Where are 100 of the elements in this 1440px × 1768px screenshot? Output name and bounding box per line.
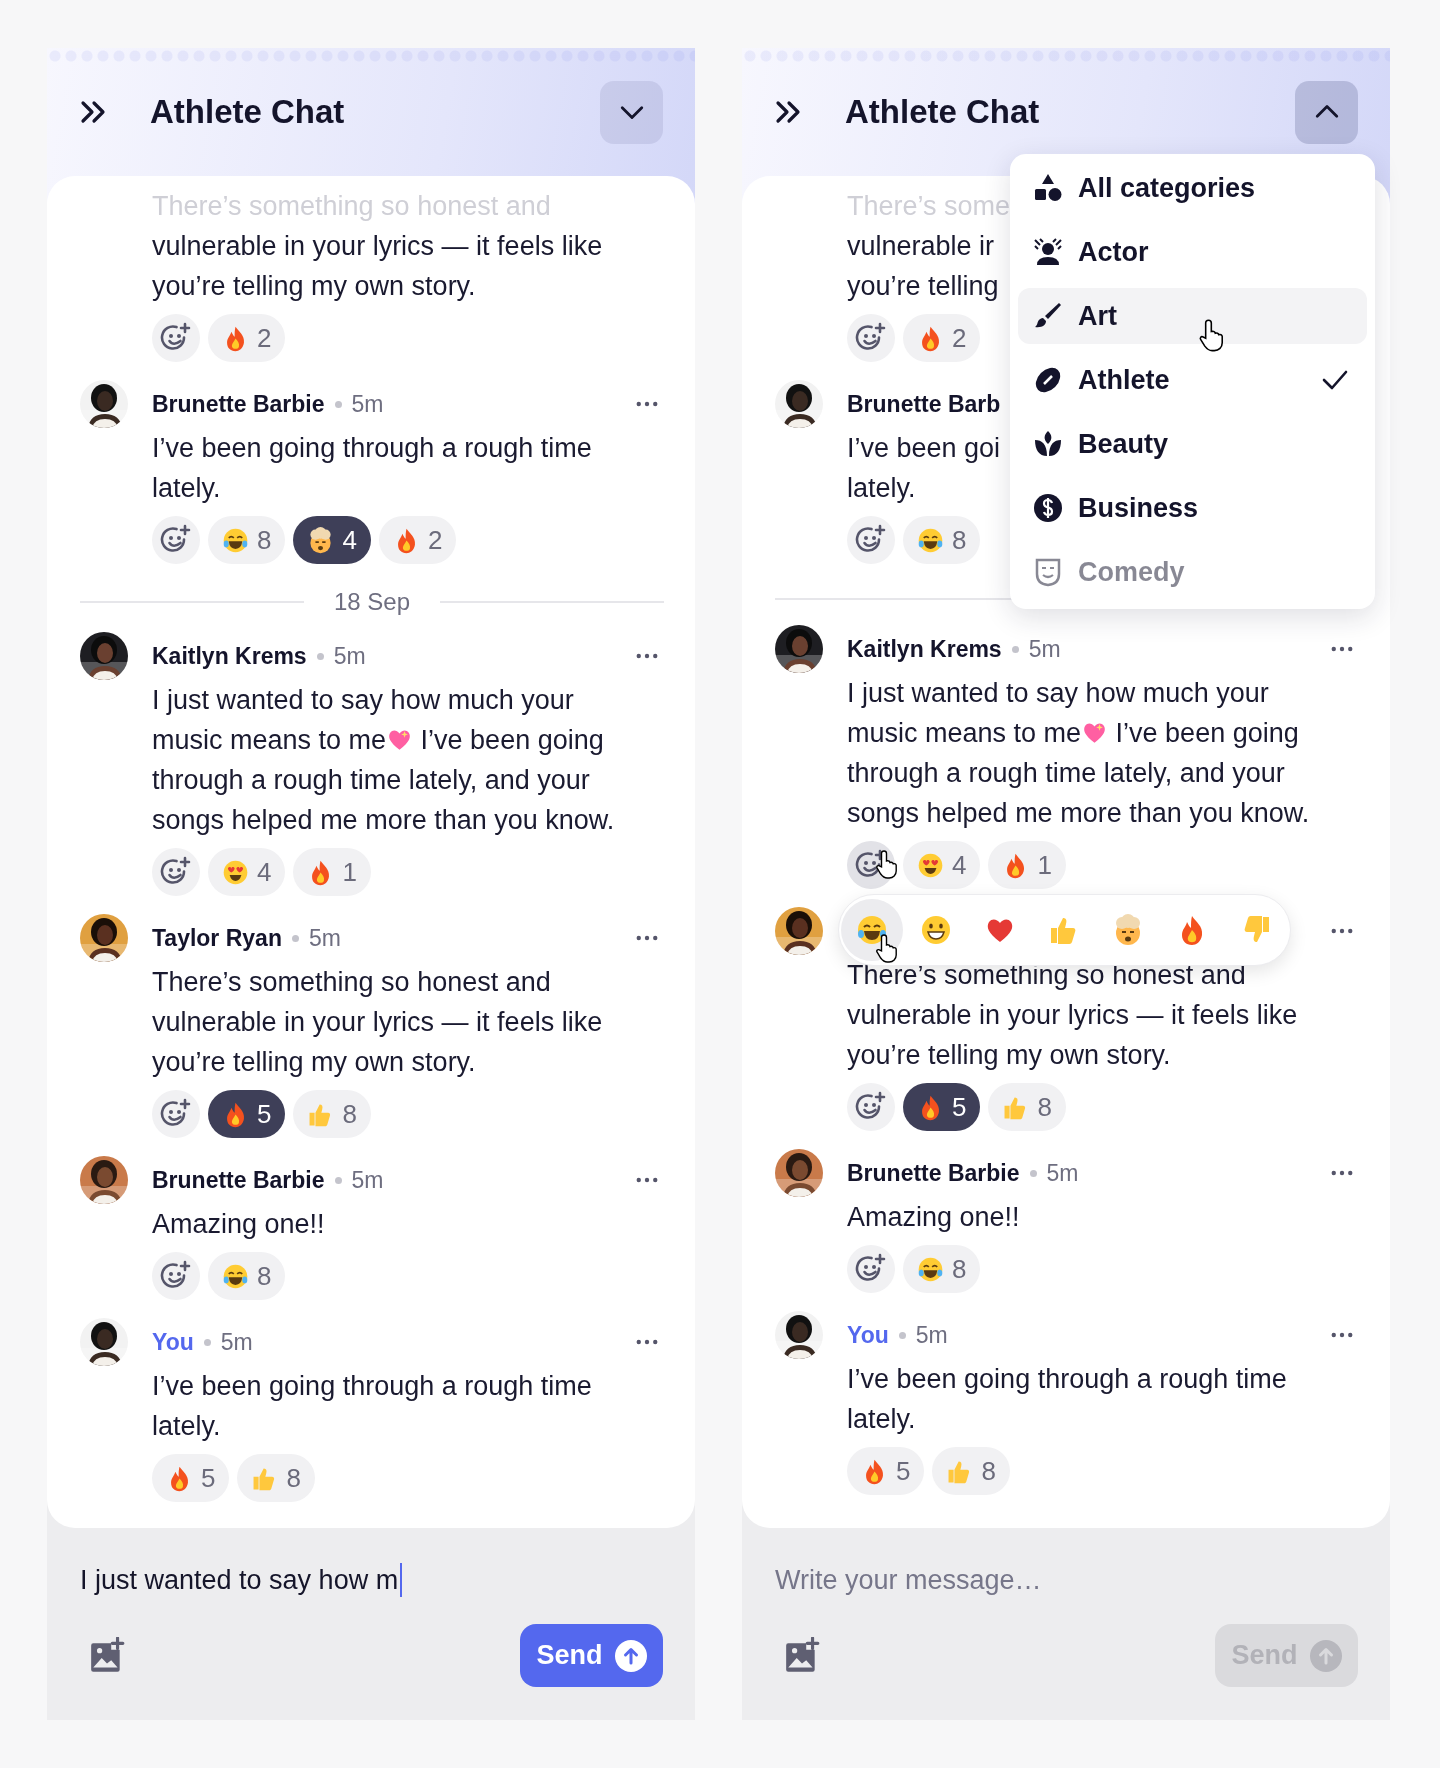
- add-image-icon[interactable]: [783, 1636, 821, 1675]
- author-name: Brunette Barbie: [152, 1166, 325, 1194]
- more-icon[interactable]: [1331, 1170, 1353, 1176]
- reaction-chip[interactable]: 8: [932, 1447, 1010, 1495]
- menu-item[interactable]: Business: [1018, 480, 1367, 536]
- message-text: Amazing one!!: [152, 1208, 325, 1241]
- author-name: Brunette Barbie: [152, 390, 325, 418]
- message-text: There’s something so honest and vulnerable in your lyrics — it feels like you’re telling my own story.: [152, 966, 603, 1079]
- shapes-icon: [1032, 172, 1064, 204]
- message-input[interactable]: Write your message…: [775, 1560, 1358, 1600]
- add-reaction-button[interactable]: [152, 314, 200, 362]
- reaction-chip[interactable]: 8: [903, 516, 981, 564]
- more-icon[interactable]: [1331, 646, 1353, 652]
- laughing-face-icon: [222, 1262, 249, 1290]
- reaction-chip[interactable]: 2: [903, 314, 981, 362]
- more-icon[interactable]: [636, 401, 658, 407]
- menu-item[interactable]: Actor: [1018, 224, 1367, 280]
- message-text: I just wanted to say how much your music means to me I’ve been going through a rough time lately, and your songs helped me more than you know.: [152, 684, 615, 837]
- more-icon[interactable]: [636, 935, 658, 941]
- add-reaction-button[interactable]: [847, 1245, 895, 1293]
- reaction-chip[interactable]: 5: [152, 1454, 230, 1502]
- laughing-face-icon: [856, 914, 888, 946]
- reaction-chip[interactable]: 5: [208, 1090, 286, 1138]
- reaction-chip[interactable]: 4: [293, 516, 371, 564]
- category-dropdown-button[interactable]: [1295, 80, 1358, 144]
- reaction-chip[interactable]: 8: [208, 516, 286, 564]
- bullet-icon: [898, 1331, 906, 1339]
- bullet-icon: [316, 652, 324, 660]
- person-spotlight-icon: [1032, 236, 1064, 268]
- author-name: Brunette Barb: [847, 390, 1001, 418]
- menu-item[interactable]: Beauty: [1018, 416, 1367, 472]
- author-name: You: [152, 1328, 194, 1356]
- menu-item[interactable]: All categories: [1018, 160, 1367, 216]
- message-text: There’s something so honest and vulnerable in your lyrics — it feels like you’re telling my own story.: [847, 959, 1298, 1072]
- author-name: You: [847, 1321, 889, 1349]
- message-text: I’ve been going through a rough time lately.: [152, 432, 592, 505]
- add-reaction-button[interactable]: [152, 848, 200, 896]
- reaction-chip[interactable]: 2: [378, 516, 457, 564]
- laughing-face-icon: [222, 526, 249, 554]
- category-dropdown-button[interactable]: [600, 80, 663, 144]
- more-icon[interactable]: [1331, 928, 1353, 934]
- laughing-face-icon: [917, 526, 944, 554]
- more-icon[interactable]: [636, 653, 658, 659]
- more-icon[interactable]: [1331, 1332, 1353, 1338]
- heart-eyes-face-icon: [917, 851, 944, 879]
- message-text: I’ve been goi lately.: [847, 432, 1001, 505]
- timestamp: 5m: [351, 390, 384, 418]
- bullet-icon: [291, 934, 299, 942]
- add-reaction-button[interactable]: [847, 314, 895, 362]
- reaction-chip[interactable]: 8: [208, 1252, 286, 1300]
- add-reaction-button[interactable]: [152, 1090, 200, 1138]
- add-reaction-button[interactable]: [847, 841, 895, 889]
- reaction-chip[interactable]: 4: [208, 848, 286, 896]
- bullet-icon: [1011, 645, 1019, 653]
- bullet-icon: [1029, 1169, 1037, 1177]
- more-icon[interactable]: [636, 1339, 658, 1345]
- reaction-chip[interactable]: 8: [237, 1454, 315, 1502]
- arrow-up-icon: [1309, 1639, 1342, 1672]
- message-text: I’ve been going through a rough time lately.: [847, 1363, 1287, 1436]
- reaction-chip[interactable]: 4: [903, 841, 981, 889]
- author-name: Kaitlyn Krems: [152, 642, 307, 670]
- add-image-icon[interactable]: [88, 1636, 126, 1675]
- reaction-chip[interactable]: 5: [903, 1083, 981, 1131]
- menu-item[interactable]: Comedy: [1018, 544, 1367, 600]
- reaction-chip[interactable]: 1: [293, 848, 371, 896]
- reaction-chip[interactable]: 8: [988, 1083, 1066, 1131]
- timestamp: 5m: [1028, 635, 1061, 663]
- grinning-face-icon: [920, 914, 952, 946]
- bullet-icon: [334, 400, 342, 408]
- text-cursor: [400, 1563, 403, 1597]
- timestamp: 5m: [308, 924, 341, 952]
- timestamp: 5m: [220, 1328, 253, 1356]
- message-text: I just wanted to say how much your music means to me I’ve been going through a rough time lately, and your songs helped me more than you know.: [847, 677, 1310, 830]
- reaction-chip[interactable]: 2: [208, 314, 286, 362]
- date-label: 18 Sep: [333, 588, 411, 616]
- send-button[interactable]: Send: [520, 1624, 663, 1687]
- reaction-chip[interactable]: 8: [293, 1090, 371, 1138]
- menu-item[interactable]: Athlete: [1018, 352, 1367, 408]
- reaction-chip[interactable]: 8: [903, 1245, 981, 1293]
- emoji-option[interactable]: [841, 899, 903, 961]
- chat-title: Athlete Chat: [150, 93, 346, 131]
- bullet-icon: [203, 1338, 211, 1346]
- reaction-chip[interactable]: 1: [988, 841, 1066, 889]
- message-text: I’ve been going through a rough time lately.: [152, 1370, 592, 1443]
- add-reaction-button[interactable]: [152, 1252, 200, 1300]
- add-reaction-button[interactable]: [847, 516, 895, 564]
- author-name: Brunette Barbie: [847, 1159, 1020, 1187]
- timestamp: 5m: [915, 1321, 948, 1349]
- dollar-icon: [1032, 492, 1064, 524]
- add-reaction-button[interactable]: [847, 1083, 895, 1131]
- add-reaction-button[interactable]: [152, 516, 200, 564]
- reaction-chip[interactable]: 5: [847, 1447, 925, 1495]
- timestamp: 5m: [351, 1166, 384, 1194]
- heart-eyes-face-icon: [222, 858, 249, 886]
- message-input[interactable]: I just wanted to say how m: [80, 1560, 663, 1600]
- author-name: Kaitlyn Krems: [847, 635, 1002, 663]
- chat-title: Athlete Chat: [845, 93, 1041, 131]
- laughing-face-icon: [917, 1255, 944, 1283]
- arrow-up-icon: [614, 1639, 647, 1672]
- more-icon[interactable]: [636, 1177, 658, 1183]
